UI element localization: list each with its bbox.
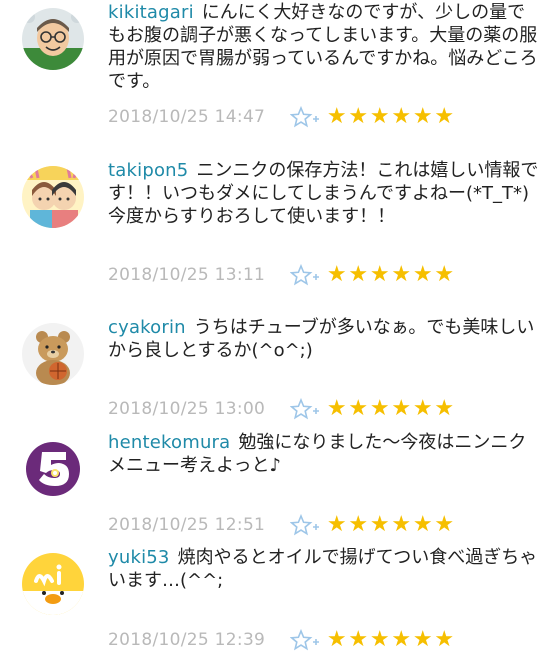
comment-item: yuki53 焼肉やるとオイルで揚げてつい食べ過ぎちゃいます…(^^; 2018/… — [0, 545, 549, 660]
star-icon: ★ — [369, 396, 390, 421]
star-icon: ★ — [326, 262, 347, 287]
star-icon: ★ — [412, 104, 433, 129]
comment-item: kikitagari にんにく大好きなのですが、少しの量でもお腹の調子が悪くなって… — [0, 0, 549, 128]
comment-username[interactable]: hentekomura — [108, 432, 230, 453]
star-icon: ★ — [391, 396, 412, 421]
comment-body: yuki53 焼肉やるとオイルで揚げてつい食べ過ぎちゃいます…(^^; — [108, 546, 540, 592]
avatar[interactable] — [22, 553, 84, 615]
comment-timestamp: 2018/10/25 13:11 — [108, 265, 266, 285]
comment-username[interactable]: kikitagari — [108, 2, 194, 23]
star-icon: ★ — [369, 512, 390, 537]
rating-stars: ★ ★ ★ ★ ★ ★ — [326, 398, 455, 420]
star-plus-icon[interactable] — [290, 264, 320, 286]
comment-item: takipon5 ニンニクの保存方法！これは嬉しい情報です！！いつもダメにしてしま… — [0, 158, 549, 286]
rating-stars: ★ ★ ★ ★ ★ ★ — [326, 264, 455, 286]
star-plus-icon[interactable] — [290, 106, 320, 128]
avatar-illustration-couple-image — [22, 166, 84, 228]
avatar[interactable] — [22, 323, 84, 385]
comment-item: cyakorin うちはチューブが多いなぁ。でも美味しいから良しとするか(^o^;… — [0, 315, 549, 430]
avatar-number-5-image — [22, 438, 84, 500]
comment-meta: 2018/10/25 14:47 ★ ★ ★ ★ ★ ★ — [108, 105, 455, 129]
rating-stars: ★ ★ ★ ★ ★ ★ — [326, 514, 455, 536]
star-icon: ★ — [391, 262, 412, 287]
comment-body: cyakorin うちはチューブが多いなぁ。でも美味しいから良しとするか(^o^;… — [108, 316, 540, 362]
star-icon: ★ — [391, 627, 412, 652]
comment-meta: 2018/10/25 12:51 ★ ★ ★ ★ ★ ★ — [108, 513, 455, 537]
star-icon: ★ — [348, 396, 369, 421]
comment-timestamp: 2018/10/25 12:51 — [108, 515, 266, 535]
comment-list: kikitagari にんにく大好きなのですが、少しの量でもお腹の調子が悪くなって… — [0, 0, 549, 651]
comment-timestamp: 2018/10/25 12:39 — [108, 630, 266, 650]
comment-username[interactable]: takipon5 — [108, 160, 188, 181]
star-icon: ★ — [326, 104, 347, 129]
star-icon: ★ — [434, 512, 455, 537]
avatar-teddy-bear-image — [22, 323, 84, 385]
star-plus-icon[interactable] — [290, 629, 320, 651]
star-icon: ★ — [434, 262, 455, 287]
star-plus-icon[interactable] — [290, 398, 320, 420]
comment-body: takipon5 ニンニクの保存方法！これは嬉しい情報です！！いつもダメにしてしま… — [108, 159, 540, 228]
comment-meta: 2018/10/25 12:39 ★ ★ ★ ★ ★ ★ — [108, 628, 455, 652]
star-icon: ★ — [326, 627, 347, 652]
star-icon: ★ — [369, 627, 390, 652]
comment-body: hentekomura 勉強になりました～今夜はニンニクメニュー考えよっと♪ — [108, 431, 540, 477]
star-icon: ★ — [326, 396, 347, 421]
star-icon: ★ — [348, 627, 369, 652]
comment-body: kikitagari にんにく大好きなのですが、少しの量でもお腹の調子が悪くなって… — [108, 1, 540, 93]
comment-username[interactable]: cyakorin — [108, 317, 186, 338]
star-icon: ★ — [412, 396, 433, 421]
star-icon: ★ — [412, 627, 433, 652]
star-icon: ★ — [348, 262, 369, 287]
avatar[interactable] — [22, 166, 84, 228]
star-icon: ★ — [326, 512, 347, 537]
star-icon: ★ — [348, 104, 369, 129]
star-icon: ★ — [412, 262, 433, 287]
comment-meta: 2018/10/25 13:11 ★ ★ ★ ★ ★ ★ — [108, 263, 455, 287]
star-icon: ★ — [348, 512, 369, 537]
avatar[interactable] — [22, 438, 84, 500]
comment-username[interactable]: yuki53 — [108, 547, 170, 568]
star-icon: ★ — [369, 104, 390, 129]
avatar-glasses-man-image — [22, 8, 84, 70]
star-icon: ★ — [369, 262, 390, 287]
rating-stars: ★ ★ ★ ★ ★ ★ — [326, 629, 455, 651]
comment-meta: 2018/10/25 13:00 ★ ★ ★ ★ ★ ★ — [108, 397, 455, 421]
star-icon: ★ — [391, 512, 412, 537]
rating-stars: ★ ★ ★ ★ ★ ★ — [326, 106, 455, 128]
avatar-mi-chick-image — [22, 553, 84, 615]
star-icon: ★ — [434, 396, 455, 421]
star-icon: ★ — [434, 627, 455, 652]
comment-item: hentekomura 勉強になりました～今夜はニンニクメニュー考えよっと♪ 20… — [0, 430, 549, 545]
comment-timestamp: 2018/10/25 13:00 — [108, 399, 266, 419]
star-icon: ★ — [434, 104, 455, 129]
comment-text: 焼肉やるとオイルで揚げてつい食べ過ぎちゃいます…(^^; — [108, 547, 538, 591]
star-icon: ★ — [412, 512, 433, 537]
comment-timestamp: 2018/10/25 14:47 — [108, 107, 266, 127]
star-plus-icon[interactable] — [290, 514, 320, 536]
star-icon: ★ — [391, 104, 412, 129]
avatar[interactable] — [22, 8, 84, 70]
